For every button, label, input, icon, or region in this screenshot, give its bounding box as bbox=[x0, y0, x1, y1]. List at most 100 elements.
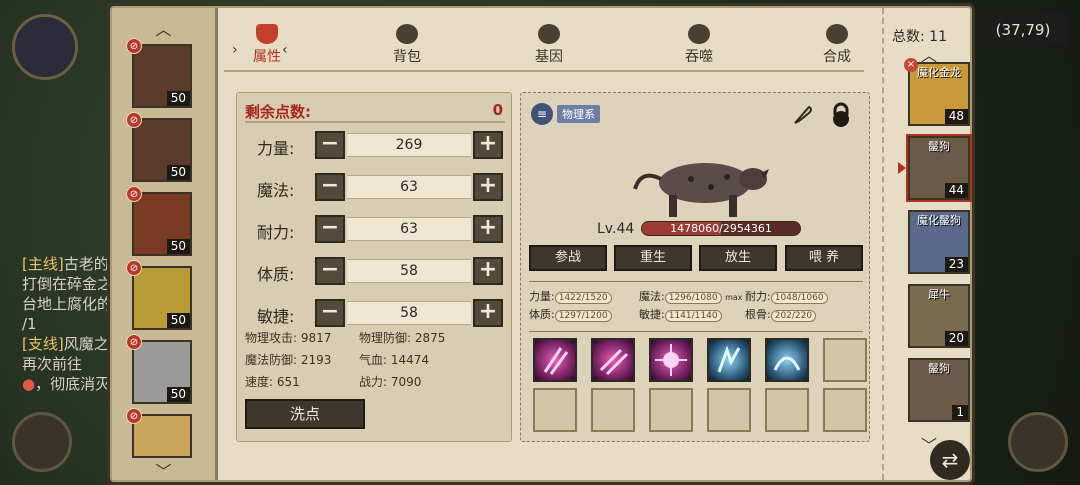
rebirth-button[interactable]: 重生 bbox=[614, 245, 692, 271]
tab-attributes[interactable]: 属性 bbox=[232, 24, 302, 66]
map-button[interactable] bbox=[12, 412, 72, 472]
empty-skill-slot[interactable] bbox=[707, 388, 751, 432]
hero-level: 50 bbox=[166, 387, 190, 402]
roster-hero[interactable]: ⊘ 50 bbox=[126, 38, 192, 108]
hero-roster: ︿ ⊘ 50 ⊘ 50 ⊘ 50 ⊘ 50 ⊘ 50 ⊘ ﹀ bbox=[112, 8, 218, 482]
derived-stat: 气血: 14474 bbox=[359, 353, 430, 367]
quest-line: [主线]古老的 bbox=[22, 255, 109, 273]
tab-bag[interactable]: 背包 bbox=[372, 24, 442, 66]
roster-up-arrow[interactable]: ︿ bbox=[112, 16, 215, 40]
roster-hero[interactable]: ⊘ 50 bbox=[126, 334, 192, 404]
attribute-panel: 剩余点数: 0 力量: − 269 + 魔法: − 63 + 耐力: − 63 … bbox=[236, 92, 512, 442]
quest-line: [支线]风魔之 bbox=[22, 335, 109, 353]
remove-icon[interactable]: ⊘ bbox=[126, 186, 142, 202]
decrease-button[interactable]: − bbox=[315, 131, 345, 159]
increase-button[interactable]: + bbox=[473, 257, 503, 285]
empty-skill-slot[interactable] bbox=[649, 388, 693, 432]
roster-hero[interactable]: ⊘ 50 bbox=[126, 112, 192, 182]
pet-card-selected[interactable]: 鬣狗 44 bbox=[908, 136, 970, 200]
aptitude-stat: 力量: 1422/1520 bbox=[529, 288, 612, 304]
attribute-row-constitution: 体质: − 58 + bbox=[245, 257, 507, 287]
ice-spike-icon[interactable] bbox=[707, 338, 751, 382]
derived-stats: 物理攻击: 9817 物理防御: 2875 魔法防御: 2193 气血: 144… bbox=[245, 327, 507, 399]
list-icon[interactable]: ≡ bbox=[531, 103, 553, 125]
tab-bar: › 属性 ‹ 背包 基因 吞噬 合成 bbox=[232, 24, 872, 70]
remaining-points-value: 0 bbox=[492, 101, 503, 119]
hero-level: 50 bbox=[166, 239, 190, 254]
roster-hero[interactable]: ⊘ 50 bbox=[126, 260, 192, 330]
quest-line: 再次前往 bbox=[22, 355, 83, 373]
pet-level: Lv.44 bbox=[597, 221, 635, 237]
roster-hero[interactable]: ⊘ 50 bbox=[126, 186, 192, 256]
house-button[interactable] bbox=[1008, 412, 1068, 472]
return-arrow-icon[interactable]: ⇄ bbox=[930, 440, 970, 480]
decrease-button[interactable]: − bbox=[315, 173, 345, 201]
pet-actions: 参战 重生 放生 喂 养 bbox=[529, 245, 863, 271]
claw-slash-icon[interactable] bbox=[533, 338, 577, 382]
hero-level: 50 bbox=[166, 91, 190, 106]
flame-icon bbox=[256, 24, 278, 44]
empty-skill-slot[interactable] bbox=[765, 388, 809, 432]
increase-button[interactable]: + bbox=[473, 173, 503, 201]
lock-icon[interactable] bbox=[827, 101, 855, 129]
feed-button[interactable]: 喂 养 bbox=[785, 245, 863, 271]
burst-icon[interactable] bbox=[649, 338, 693, 382]
attribute-row-endurance: 耐力: − 63 + bbox=[245, 215, 507, 245]
pet-type-badge: 物理系 bbox=[557, 105, 600, 123]
pet-card[interactable]: × 魔化金龙 48 bbox=[904, 58, 970, 126]
remove-icon[interactable]: ⊘ bbox=[126, 334, 142, 350]
feather-pen-icon[interactable] bbox=[791, 103, 815, 127]
remove-icon[interactable]: ⊘ bbox=[126, 260, 142, 276]
decrease-button[interactable]: − bbox=[315, 299, 345, 327]
increase-button[interactable]: + bbox=[473, 215, 503, 243]
empty-skill-slot[interactable] bbox=[823, 338, 867, 382]
aptitude-stat: 体质: 1297/1200 bbox=[529, 306, 612, 322]
hyena-sprite bbox=[633, 163, 769, 217]
quest-line: /1 bbox=[22, 315, 37, 333]
derived-stat: 物理防御: 2875 bbox=[359, 331, 446, 345]
release-button[interactable]: 放生 bbox=[699, 245, 777, 271]
empty-skill-slot[interactable] bbox=[591, 388, 635, 432]
attribute-row-agility: 敏捷: − 58 + bbox=[245, 299, 507, 329]
skill-grid bbox=[529, 331, 867, 435]
empty-skill-slot[interactable] bbox=[823, 388, 867, 432]
increase-button[interactable]: + bbox=[473, 131, 503, 159]
remove-icon[interactable]: ⊘ bbox=[126, 38, 142, 54]
attribute-row-magic: 魔法: − 63 + bbox=[245, 173, 507, 203]
aptitude-stat: 魔法: 1296/1080 max bbox=[639, 290, 743, 304]
hp-text: 1478060/2954361 bbox=[670, 222, 772, 235]
remove-icon[interactable]: ⊘ bbox=[126, 112, 142, 128]
decrease-button[interactable]: − bbox=[315, 257, 345, 285]
remaining-points-label: 剩余点数: bbox=[245, 103, 311, 121]
remove-icon[interactable]: ⊘ bbox=[126, 408, 142, 424]
decrease-button[interactable]: − bbox=[315, 215, 345, 243]
devour-icon bbox=[688, 24, 710, 44]
pet-list: 总数: 11 ︿ × 魔化金龙 48 鬣狗 44 魔化鬣狗 23 犀牛 20 鬣… bbox=[882, 8, 974, 480]
derived-stat: 魔法防御: 2193 bbox=[245, 353, 332, 367]
frost-wave-icon[interactable] bbox=[765, 338, 809, 382]
pet-card[interactable]: 犀牛 20 bbox=[908, 284, 970, 348]
attribute-value: 269 bbox=[347, 133, 471, 157]
tab-gene[interactable]: 基因 bbox=[514, 24, 584, 66]
increase-button[interactable]: + bbox=[473, 299, 503, 327]
pet-card[interactable]: 鬣狗 1 bbox=[908, 358, 970, 422]
attribute-value: 63 bbox=[347, 175, 471, 199]
quest-line: 台地上腐化的 bbox=[22, 295, 113, 313]
roster-hero[interactable]: ⊘ bbox=[126, 408, 192, 458]
claw-slash-icon[interactable] bbox=[591, 338, 635, 382]
coordinates-display: (37,79) bbox=[978, 14, 1068, 46]
quest-tracker[interactable]: [主线]古老的 打倒在碎金之 台地上腐化的 /1 [支线]风魔之 再次前往 ●，… bbox=[22, 254, 122, 394]
attribute-value: 58 bbox=[347, 259, 471, 283]
hp-bar: 1478060/2954361 bbox=[641, 221, 801, 236]
tab-merge[interactable]: 合成 bbox=[802, 24, 872, 66]
player-avatar[interactable] bbox=[12, 14, 78, 80]
roster-down-arrow[interactable]: ﹀ bbox=[112, 458, 215, 482]
attribute-row-strength: 力量: − 269 + bbox=[245, 131, 507, 161]
remaining-points: 剩余点数: 0 bbox=[245, 101, 505, 123]
reset-points-button[interactable]: 洗点 bbox=[245, 399, 365, 429]
pet-card[interactable]: 魔化鬣狗 23 bbox=[908, 210, 970, 274]
hero-level: 50 bbox=[166, 313, 190, 328]
deploy-button[interactable]: 参战 bbox=[529, 245, 607, 271]
empty-skill-slot[interactable] bbox=[533, 388, 577, 432]
tab-devour[interactable]: 吞噬 bbox=[664, 24, 734, 66]
